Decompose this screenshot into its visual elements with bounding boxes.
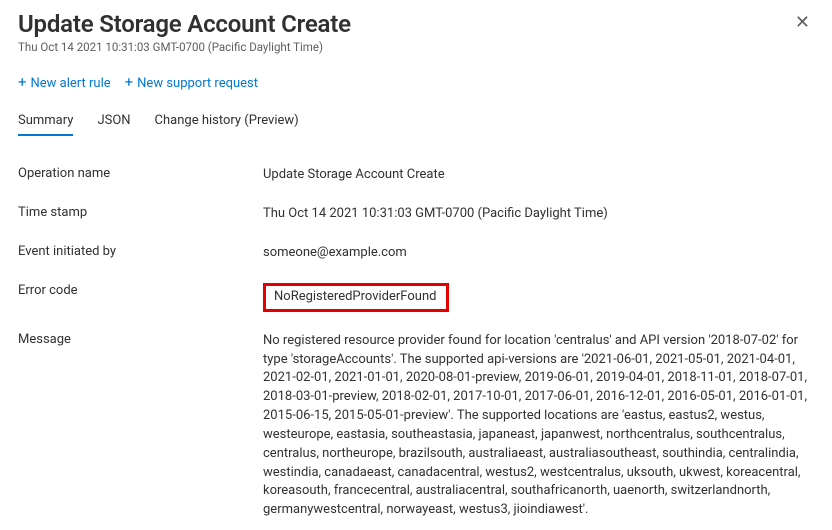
error-code-label: Error code (18, 283, 263, 298)
time-stamp-label: Time stamp (18, 205, 263, 220)
tab-change-history[interactable]: Change history (Preview) (155, 113, 299, 136)
event-initiated-by-label: Event initiated by (18, 244, 263, 259)
time-stamp-value: Thu Oct 14 2021 10:31:03 GMT-0700 (Pacif… (263, 205, 814, 224)
plus-icon: + (18, 75, 27, 90)
tab-summary[interactable]: Summary (18, 113, 73, 136)
plus-icon: + (125, 75, 134, 90)
tab-json[interactable]: JSON (97, 113, 130, 136)
event-initiated-by-value: someone@example.com (263, 244, 814, 263)
new-support-request-button[interactable]: + New support request (125, 76, 258, 91)
new-alert-rule-label: New alert rule (31, 76, 111, 91)
new-support-request-label: New support request (137, 76, 258, 91)
message-value: No registered resource provider found fo… (263, 332, 814, 520)
operation-name-label: Operation name (18, 166, 263, 181)
new-alert-rule-button[interactable]: + New alert rule (18, 76, 111, 91)
close-icon[interactable]: ✕ (791, 10, 814, 36)
page-title: Update Storage Account Create (18, 10, 351, 38)
error-code-value: NoRegisteredProviderFound (263, 283, 449, 312)
page-timestamp: Thu Oct 14 2021 10:31:03 GMT-0700 (Pacif… (18, 40, 351, 54)
message-label: Message (18, 332, 263, 347)
operation-name-value: Update Storage Account Create (263, 166, 814, 185)
